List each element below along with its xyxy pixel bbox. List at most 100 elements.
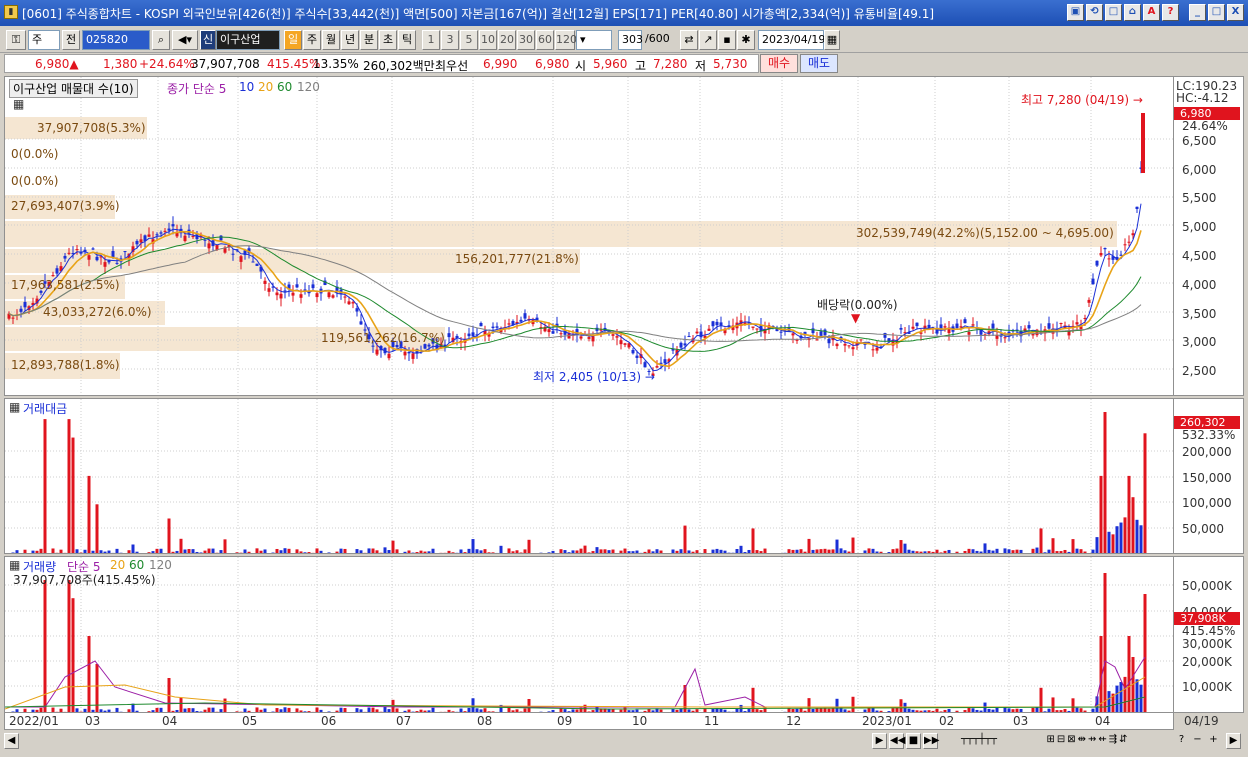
candle-body xyxy=(1047,323,1051,329)
amount-bar xyxy=(187,549,191,553)
play-icon[interactable]: ▶ xyxy=(872,733,887,749)
amount-bar xyxy=(907,549,911,553)
candle-body xyxy=(847,345,851,347)
interval-10[interactable]: 10 xyxy=(479,30,497,50)
forward-icon[interactable]: ▶▶ xyxy=(923,733,939,749)
amount-bar xyxy=(579,548,583,553)
date-label: 12 xyxy=(786,714,802,728)
rewind-icon[interactable]: ◀◀ xyxy=(889,733,905,749)
tab-monthly[interactable]: 월 xyxy=(322,30,340,50)
search-icon[interactable]: ⌕ xyxy=(152,30,170,50)
lock-icon[interactable]: ⚿ xyxy=(6,30,26,50)
amount-bar xyxy=(459,549,463,553)
low-label: 저 xyxy=(695,59,707,73)
scroll-left-button[interactable]: ◀ xyxy=(4,733,19,749)
amount-bar xyxy=(803,551,807,553)
volume-profile-label: 156,201,777(21.8%) xyxy=(455,252,579,266)
amount-bar xyxy=(228,553,231,554)
amount-bar xyxy=(919,551,923,553)
interval-1[interactable]: 1 xyxy=(422,30,440,50)
minimize-button[interactable]: _ xyxy=(1189,4,1206,21)
amount-bar xyxy=(215,552,219,553)
high-price: 7,280 xyxy=(653,57,688,71)
count-input[interactable]: 303 xyxy=(618,30,643,50)
date-input[interactable]: 2023/04/19 xyxy=(758,30,825,50)
amount-bar xyxy=(319,550,323,553)
volume-tick: 30,000K xyxy=(1182,637,1232,651)
candle-body xyxy=(1083,317,1087,319)
interval-20[interactable]: 20 xyxy=(498,30,516,50)
amount-bar xyxy=(103,551,107,553)
grid-icon[interactable]: ▦ xyxy=(9,558,20,572)
grid-icon[interactable]: ▦ xyxy=(9,400,20,414)
refresh-icon[interactable]: ⟲ xyxy=(1086,4,1103,21)
interval-60[interactable]: 60 xyxy=(536,30,554,50)
period-select[interactable]: 주 xyxy=(28,30,60,50)
tab-weekly[interactable]: 주 xyxy=(303,30,321,50)
window-icon[interactable]: □ xyxy=(1105,4,1122,21)
link-icon[interactable]: ▣ xyxy=(1067,4,1084,21)
maximize-button[interactable]: □ xyxy=(1208,4,1225,21)
amount-bar xyxy=(731,552,735,553)
interval-5[interactable]: 5 xyxy=(460,30,478,50)
candle-body xyxy=(967,331,971,335)
amount-bar xyxy=(275,548,279,553)
amount-bar xyxy=(807,538,811,553)
amount-bar xyxy=(780,553,783,554)
amount-bar xyxy=(135,551,139,553)
close-button[interactable]: X xyxy=(1227,4,1244,21)
candle-body xyxy=(991,323,995,329)
tab-daily[interactable]: 일 xyxy=(284,30,302,50)
home-icon[interactable]: ⌂ xyxy=(1124,4,1141,21)
interval-3[interactable]: 3 xyxy=(441,30,459,50)
amount-bar xyxy=(263,549,267,553)
amount-bar xyxy=(739,545,743,553)
zoom-slider[interactable]: ┬┬┬┼┬┬ xyxy=(944,733,1014,749)
volume-bar xyxy=(1143,594,1147,712)
calendar-icon[interactable]: ▦ xyxy=(824,30,840,50)
price-tick: 4,500 xyxy=(1182,249,1217,263)
help-icon[interactable]: ? xyxy=(1162,4,1179,21)
prev-button[interactable]: 전 xyxy=(62,30,80,50)
chart-scrollbar[interactable]: ◀ ▶ ◀◀ ■ ▶▶ ┬┬┬┼┬┬ ⊞⊟⊠⇹⇸⇷⇶⇵ ? − + ▶ xyxy=(4,732,1244,750)
price-chart-panel[interactable]: 이구산업 매물대 수(10) 종가 단순 5 10 20 60 120 ▦ 37… xyxy=(4,76,1174,396)
minus-icon[interactable]: − xyxy=(1190,733,1205,749)
amount-bar xyxy=(436,553,439,554)
amount-bar xyxy=(303,552,307,553)
plus-icon[interactable]: + xyxy=(1206,733,1221,749)
stock-name[interactable]: 이구산업 xyxy=(216,30,280,50)
price-tick: 4,000 xyxy=(1182,278,1217,292)
scroll-right-button[interactable]: ▶ xyxy=(1226,733,1241,749)
grid-icon[interactable]: ▦ xyxy=(13,97,24,111)
settings-icon[interactable]: ✱ xyxy=(737,30,755,50)
amount-bar xyxy=(863,550,867,553)
volume-bar xyxy=(1071,698,1075,712)
tab-yearly[interactable]: 년 xyxy=(341,30,359,50)
interval-30[interactable]: 30 xyxy=(517,30,535,50)
chart-icon[interactable]: ↗ xyxy=(699,30,717,50)
amount-bar xyxy=(843,550,847,553)
tab-tick[interactable]: 틱 xyxy=(398,30,416,50)
sell-button[interactable]: 매도 xyxy=(800,54,838,73)
code-input[interactable]: 025820 xyxy=(82,30,150,50)
arrows-icon[interactable]: ⇄ xyxy=(680,30,698,50)
amount-tick: 200,000 xyxy=(1182,445,1232,459)
volume-profile-label: 0(0.0%) xyxy=(11,174,59,188)
buy-button[interactable]: 매수 xyxy=(760,54,798,73)
custom-interval-input[interactable]: ▾ xyxy=(576,30,612,50)
speaker-icon[interactable]: ◀▾ xyxy=(172,30,198,50)
candle-body xyxy=(823,329,827,336)
amount-chart-panel[interactable]: ▦ 거래대금 xyxy=(4,398,1174,554)
stop-icon[interactable]: ■ xyxy=(906,733,921,749)
font-icon[interactable]: A xyxy=(1143,4,1160,21)
tab-minute[interactable]: 분 xyxy=(360,30,378,50)
amount-bar xyxy=(1039,528,1043,553)
volume-chart-panel[interactable]: ▦ 거래량 단순 5 20 60 120 37,907,708주(415.45%… xyxy=(4,556,1174,713)
zoom-out-icon[interactable]: ? xyxy=(1174,733,1189,749)
amount-bar xyxy=(151,551,155,553)
save-icon[interactable]: ▪ xyxy=(718,30,736,50)
interval-120[interactable]: 120 xyxy=(555,30,577,50)
tab-second[interactable]: 초 xyxy=(379,30,397,50)
chart-tools-icon[interactable]: ⊞⊟⊠⇹⇸⇷⇶⇵ xyxy=(1018,733,1158,749)
amount-bar xyxy=(903,543,907,553)
